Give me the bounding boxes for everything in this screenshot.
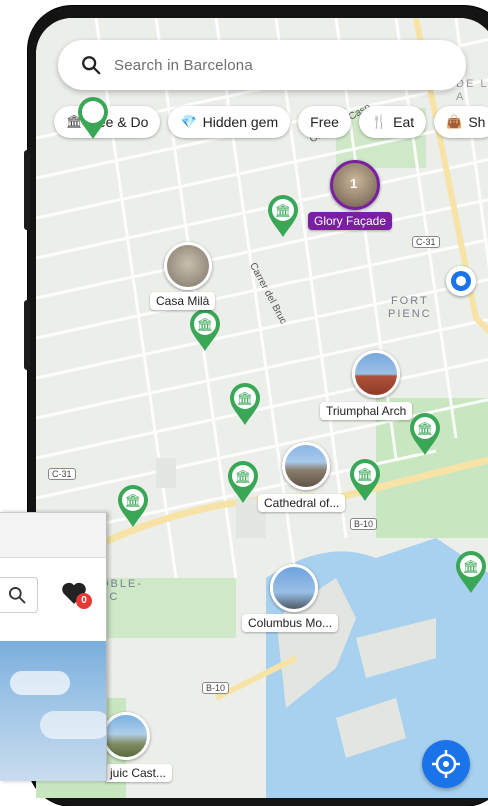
chip-shopping[interactable]: 👜 Sh — [434, 106, 488, 138]
chip-label: Sh — [468, 114, 486, 130]
place-photo-cathedral[interactable] — [282, 442, 330, 490]
road-shield: C-31 — [48, 468, 76, 480]
category-chips: 🏛 See & Do 💎 Hidden gem Free 🍴 Eat 👜 Sh — [54, 106, 488, 138]
diamond-icon: 💎 — [180, 114, 197, 129]
road-shield: C-31 — [412, 236, 440, 248]
road-shield: B-10 — [202, 682, 230, 694]
museum-pin-icon[interactable]: 🏛 — [408, 412, 442, 456]
place-photo-columbus[interactable] — [270, 564, 318, 612]
place-label-triumphal-arch[interactable]: Triumphal Arch — [320, 402, 413, 420]
svg-text:🏛: 🏛 — [357, 467, 374, 483]
svg-text:🏛: 🏛 — [237, 391, 254, 407]
svg-text:🏛: 🏛 — [125, 493, 142, 509]
browser-top-strip — [0, 513, 106, 558]
museum-pin-icon[interactable]: 🏛 — [454, 550, 488, 594]
museum-pin-icon[interactable]: 🏛 — [228, 382, 262, 426]
crosshair-icon — [432, 750, 460, 778]
chip-label: Free — [310, 114, 339, 130]
museum-pin-icon[interactable]: 🏛 — [116, 484, 150, 528]
place-photo-montjuic[interactable] — [102, 712, 150, 760]
svg-text:🏛: 🏛 — [235, 469, 252, 485]
cluster-count: 1 — [350, 176, 358, 191]
museum-pin-icon[interactable]: 🏛 — [226, 460, 260, 504]
place-label-columbus[interactable]: Columbus Mo... — [242, 614, 339, 632]
place-photo-casa-mila[interactable] — [164, 242, 212, 290]
search-icon — [82, 56, 101, 75]
search-placeholder: Search in Barcelona — [114, 56, 253, 74]
museum-pin-icon[interactable]: 🏛 — [188, 308, 222, 352]
place-photo-triumphal-arch[interactable] — [352, 350, 400, 398]
svg-text:🏛: 🏛 — [417, 421, 434, 437]
chip-free[interactable]: Free — [298, 106, 351, 138]
place-label-casa-mila[interactable]: Casa Milà — [150, 292, 216, 310]
search-bar[interactable]: Search in Barcelona — [58, 40, 466, 90]
cutlery-icon: 🍴 — [370, 114, 388, 129]
road-shield: B-10 — [350, 518, 378, 530]
svg-text:🏛: 🏛 — [197, 317, 214, 333]
search-button[interactable] — [0, 577, 38, 613]
favorites-button[interactable]: 0 — [60, 581, 92, 609]
place-label-montjuic[interactable]: juic Cast... — [104, 764, 173, 782]
district-label: DE L'A A — [456, 78, 488, 103]
chip-hidden-gem[interactable]: 💎 Hidden gem — [168, 106, 291, 138]
shopping-icon: 👜 — [446, 114, 463, 129]
hero-image — [0, 641, 106, 781]
place-label-cathedral[interactable]: Cathedral of... — [258, 494, 346, 512]
chip-label: Hidden gem — [202, 114, 279, 130]
svg-text:🏛: 🏛 — [275, 203, 292, 219]
district-label: FORT PIENC — [388, 295, 432, 320]
place-label-glory[interactable]: Glory Façade — [308, 212, 393, 230]
phone-side-button — [24, 300, 30, 370]
chip-eat[interactable]: 🍴 Eat — [358, 106, 427, 138]
museum-pin-icon[interactable]: 🏛 — [348, 458, 382, 502]
museum-pin-icon[interactable]: 🏛 — [266, 194, 300, 238]
svg-text:🏛: 🏛 — [463, 559, 480, 575]
phone-side-button — [24, 150, 30, 230]
search-icon — [9, 587, 26, 604]
museum-pin-icon[interactable] — [76, 96, 110, 140]
locate-me-button[interactable] — [422, 740, 470, 788]
favorites-count-badge: 0 — [76, 593, 92, 609]
overlay-browser-card: 0 — [0, 512, 107, 781]
chip-label: Eat — [393, 114, 415, 130]
current-location-icon — [446, 266, 476, 296]
